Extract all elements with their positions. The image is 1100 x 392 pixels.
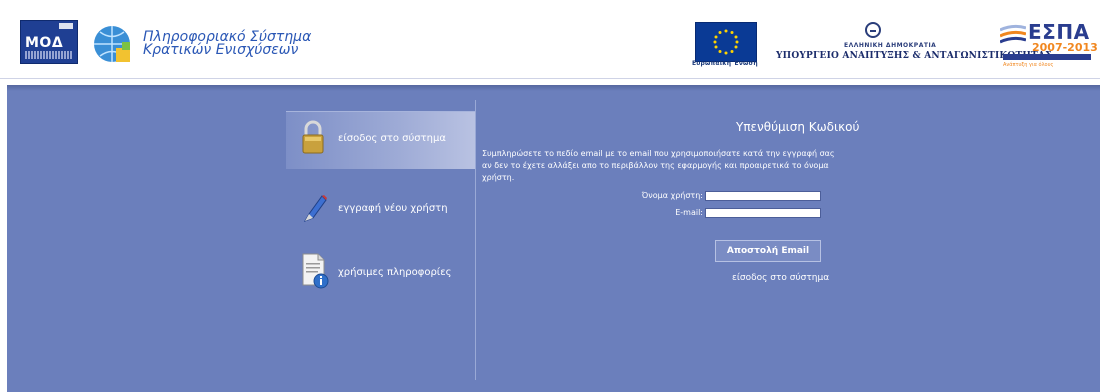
lock-icon bbox=[302, 120, 324, 154]
pen-icon bbox=[303, 195, 327, 222]
header: ΜΟΔ Πληροφοριακό Σύστημα Κρατικών Ενισχύ… bbox=[0, 0, 1100, 79]
info-document-icon bbox=[302, 253, 329, 289]
menu-item-register[interactable]: εγγραφή νέου χρήστη bbox=[286, 190, 475, 230]
globe-logo-icon bbox=[94, 26, 130, 62]
form-description: Συμπληρώσετε το πεδίο email με το email … bbox=[482, 149, 835, 182]
espa-tagline: Ανάπτυξη για όλους bbox=[1003, 62, 1054, 68]
menu-item-info[interactable]: χρήσιμες πληροφορίες bbox=[286, 253, 475, 293]
greek-republic-label: ΕΛΛΗΝΙΚΗ ΔΗΜΟΚΡΑΤΙΑ bbox=[844, 42, 937, 49]
espa-wave-icon bbox=[1000, 24, 1026, 44]
main-area bbox=[7, 85, 1100, 392]
page: ΜΟΔ Πληροφοριακό Σύστημα Κρατικών Ενισχύ… bbox=[0, 0, 1100, 392]
menu-label-register: εγγραφή νέου χρήστη bbox=[338, 203, 448, 214]
username-input[interactable] bbox=[705, 191, 821, 201]
username-label: Όνομα χρήστη: bbox=[641, 191, 703, 200]
moda-logo: ΜΟΔ bbox=[20, 20, 78, 64]
menu-label-info: χρήσιμες πληροφορίες bbox=[338, 267, 452, 278]
login-link[interactable]: είσοδος στο σύστημα bbox=[732, 273, 829, 283]
eu-flag-icon bbox=[695, 22, 757, 62]
espa-strip bbox=[1003, 54, 1091, 60]
system-title-line2: Κρατικών Ενισχύσεων bbox=[143, 42, 299, 58]
send-email-button[interactable]: Αποστολή Email bbox=[715, 240, 821, 262]
email-label: E-mail: bbox=[675, 208, 703, 217]
moda-logo-text: ΜΟΔ bbox=[25, 35, 64, 51]
email-input[interactable] bbox=[705, 208, 821, 218]
greek-emblem-icon bbox=[865, 22, 881, 38]
eu-caption: Ευρωπαϊκή Ένωση bbox=[692, 60, 758, 67]
menu-item-login[interactable]: είσοδος στο σύστημα bbox=[286, 111, 475, 169]
system-title: Πληροφοριακό Σύστημα Κρατικών Ενισχύσεων bbox=[143, 30, 311, 58]
espa-years: 2007-2013 bbox=[1032, 41, 1098, 54]
menu-label-login: είσοδος στο σύστημα bbox=[338, 133, 446, 144]
vertical-divider bbox=[475, 100, 476, 380]
form-title: Υπενθύμιση Κωδικού bbox=[736, 120, 860, 134]
